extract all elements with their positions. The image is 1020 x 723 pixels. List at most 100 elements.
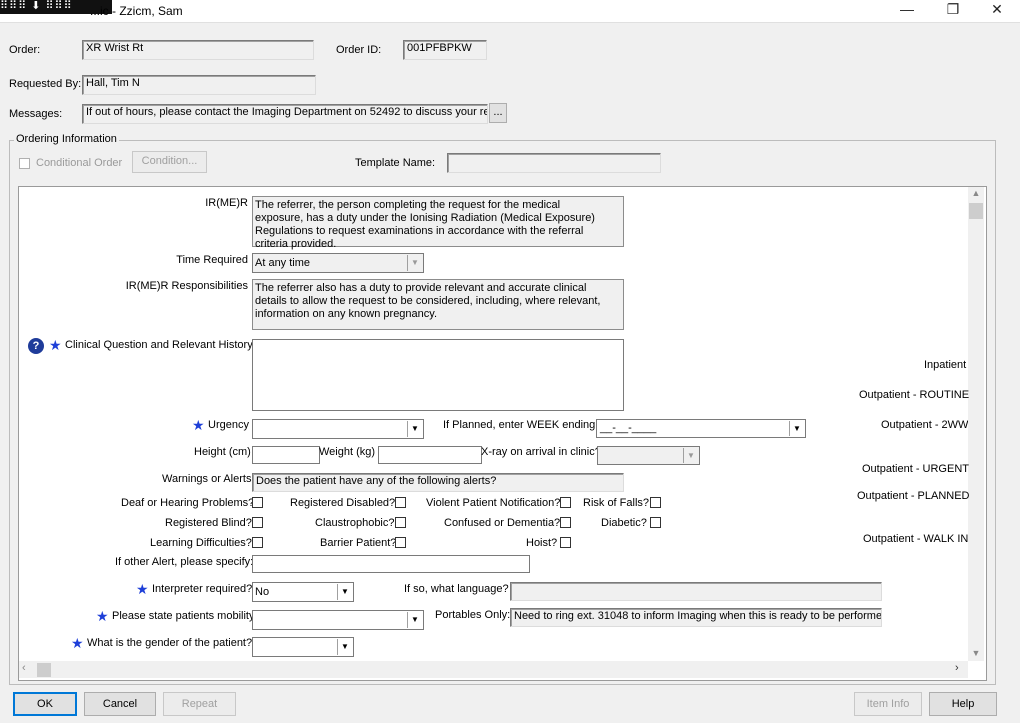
side-option-outpatient-2ww[interactable]: Outpatient - 2WW — [881, 419, 968, 431]
height-label: Height (cm) — [194, 446, 251, 458]
other-alert-label: If other Alert, please specify: — [115, 556, 254, 568]
conditional-order-checkbox[interactable] — [19, 158, 30, 169]
height-input[interactable] — [252, 446, 320, 464]
confused-checkbox[interactable] — [560, 517, 571, 528]
help-circle-icon[interactable]: ? — [28, 338, 44, 354]
horizontal-scroll-thumb[interactable] — [37, 663, 51, 677]
interpreter-value: No — [255, 586, 270, 598]
repeat-button[interactable]: Repeat — [163, 692, 236, 716]
side-option-outpatient-routine[interactable]: Outpatient - ROUTINE — [859, 389, 969, 401]
registered-disabled-label: Registered Disabled? — [290, 497, 396, 509]
irmer-responsibilities-textbox: The referrer also has a duty to provide … — [252, 279, 624, 330]
chevron-down-icon[interactable]: ▼ — [407, 421, 422, 437]
interpreter-label: Interpreter required? — [152, 583, 253, 595]
chevron-down-icon[interactable]: ▼ — [337, 584, 352, 600]
mobility-label: Please state patients mobility — [112, 610, 255, 622]
warnings-label: Warnings or Alerts — [162, 473, 252, 485]
hoist-label: Hoist? — [526, 537, 558, 549]
confused-label: Confused or Dementia? — [444, 517, 561, 529]
vertical-scroll-thumb[interactable] — [969, 203, 983, 219]
blind-label: Registered Blind? — [165, 517, 252, 529]
gender-select[interactable]: ▼ — [252, 637, 354, 657]
template-name-label: Template Name: — [355, 157, 436, 169]
language-label: If so, what language? — [404, 583, 509, 595]
planned-week-date-picker[interactable]: __-__-____ ▼ — [596, 419, 806, 438]
side-option-inpatient[interactable]: Inpatient — [924, 359, 966, 371]
claustrophobic-label: Claustrophobic? — [315, 517, 395, 529]
clinical-question-input[interactable] — [252, 339, 624, 411]
order-id-field: 001PFBPKW — [403, 40, 487, 60]
scroll-left-icon[interactable]: ‹ — [22, 662, 26, 674]
item-info-button[interactable]: Item Info — [854, 692, 922, 716]
deaf-checkbox[interactable] — [252, 497, 263, 508]
order-field: XR Wrist Rt — [82, 40, 314, 60]
xray-on-arrival-select[interactable]: ▼ — [597, 446, 700, 465]
claustrophobic-checkbox[interactable] — [395, 517, 406, 528]
portables-label: Portables Only: — [435, 609, 511, 621]
requested-by-field: Hall, Tim N — [82, 75, 316, 95]
other-alert-input[interactable] — [252, 555, 530, 573]
irmer-label: IR(ME)R — [205, 197, 248, 209]
planned-week-value: __-__-____ — [600, 422, 657, 434]
weight-input[interactable] — [378, 446, 482, 464]
scroll-up-icon[interactable]: ▲ — [968, 188, 984, 198]
scroll-right-icon[interactable]: › — [955, 662, 959, 674]
help-button[interactable]: Help — [929, 692, 997, 716]
interpreter-select[interactable]: No ▼ — [252, 582, 354, 602]
required-star-icon: ★ — [96, 608, 109, 624]
diabetic-checkbox[interactable] — [650, 517, 661, 528]
order-label: Order: — [9, 44, 41, 56]
time-required-value: At any time — [255, 257, 311, 269]
mobility-select[interactable]: ▼ — [252, 610, 424, 630]
deaf-label: Deaf or Hearing Problems? — [121, 497, 255, 509]
learning-label: Learning Difficulties? — [150, 537, 252, 549]
falls-checkbox[interactable] — [650, 497, 661, 508]
template-name-field — [447, 153, 661, 173]
clinical-question-label: Clinical Question and Relevant History: — [65, 339, 256, 351]
required-star-icon: ★ — [192, 417, 205, 433]
gender-label: What is the gender of the patient? — [87, 637, 253, 649]
conditional-order-label: Conditional Order — [36, 157, 123, 169]
xray-on-arrival-label: X-ray on arrival in clinic? — [481, 446, 601, 458]
violent-checkbox[interactable] — [560, 497, 571, 508]
time-required-select[interactable]: At any time ▼ — [252, 253, 424, 273]
chevron-down-icon[interactable]: ▼ — [337, 639, 352, 655]
irmer-textbox: The referrer, the person completing the … — [252, 196, 624, 250]
language-field — [510, 582, 882, 601]
chevron-down-icon[interactable]: ▼ — [683, 448, 698, 463]
weight-label: Weight (kg) — [319, 446, 376, 458]
messages-more-button[interactable]: ... — [489, 103, 507, 123]
window-title: ...ic - Zzicm, Sam — [90, 4, 183, 18]
irmer-responsibilities-label: IR(ME)R Responsibilities — [125, 280, 248, 292]
minimize-icon[interactable]: — — [884, 0, 930, 22]
side-option-outpatient-walk-in[interactable]: Outpatient - WALK IN — [863, 533, 968, 545]
messages-field: If out of hours, please contact the Imag… — [82, 104, 488, 124]
chevron-down-icon[interactable]: ▼ — [407, 255, 422, 271]
urgency-label: Urgency — [208, 419, 249, 431]
side-option-outpatient-urgent[interactable]: Outpatient - URGENT — [862, 463, 969, 475]
order-id-label: Order ID: — [336, 44, 382, 56]
close-icon[interactable]: ✕ — [974, 0, 1020, 22]
barrier-checkbox[interactable] — [395, 537, 406, 548]
planned-week-label: If Planned, enter WEEK ending: — [443, 419, 599, 431]
registered-disabled-checkbox[interactable] — [395, 497, 406, 508]
falls-label: Risk of Falls? — [583, 497, 650, 509]
cancel-button[interactable]: Cancel — [84, 692, 156, 716]
side-option-outpatient-planned[interactable]: Outpatient - PLANNED — [857, 490, 970, 502]
hoist-checkbox[interactable] — [560, 537, 571, 548]
chevron-down-icon[interactable]: ▼ — [407, 612, 422, 628]
scroll-down-icon[interactable]: ▼ — [968, 648, 984, 658]
required-star-icon: ★ — [136, 581, 149, 597]
horizontal-scrollbar[interactable] — [19, 661, 968, 678]
urgency-select[interactable]: ▼ — [252, 419, 424, 439]
condition-button[interactable]: Condition... — [132, 151, 207, 173]
calendar-dropdown-icon[interactable]: ▼ — [789, 421, 804, 436]
vertical-scrollbar[interactable] — [968, 187, 984, 661]
required-star-icon: ★ — [71, 635, 84, 651]
time-required-label: Time Required — [176, 254, 248, 266]
learning-checkbox[interactable] — [252, 537, 263, 548]
blind-checkbox[interactable] — [252, 517, 263, 528]
ok-button[interactable]: OK — [13, 692, 77, 716]
maximize-icon[interactable]: ❐ — [930, 0, 976, 22]
portables-field: Need to ring ext. 31048 to inform Imagin… — [510, 608, 882, 627]
